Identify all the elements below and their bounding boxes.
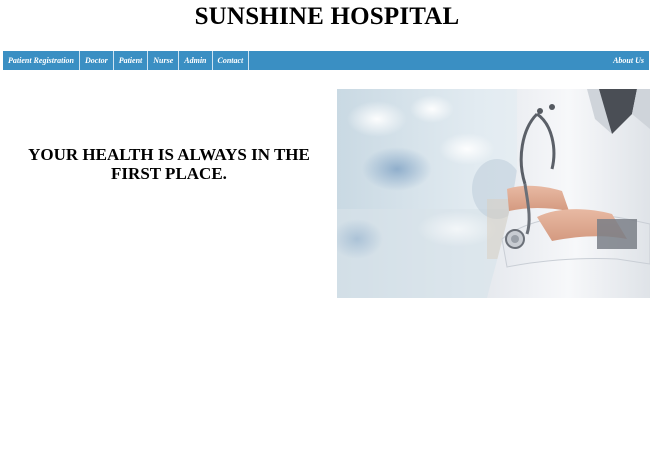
nav-patient[interactable]: Patient xyxy=(114,51,149,70)
nav-about-us[interactable]: About Us xyxy=(608,51,649,70)
main-navbar: Patient Registration Doctor Patient Nurs… xyxy=(3,51,649,70)
site-title: SUNSHINE HOSPITAL xyxy=(194,3,460,30)
nav-patient-registration[interactable]: Patient Registration xyxy=(3,51,81,70)
nav-doctor[interactable]: Doctor xyxy=(80,51,114,70)
doctor-stethoscope-image xyxy=(337,89,650,298)
nav-admin[interactable]: Admin xyxy=(179,51,213,70)
hero-tagline: YOUR HEALTH IS ALWAYS IN THE FIRST PLACE… xyxy=(28,145,310,183)
nav-contact[interactable]: Contact xyxy=(213,51,250,70)
nav-nurse[interactable]: Nurse xyxy=(148,51,180,70)
